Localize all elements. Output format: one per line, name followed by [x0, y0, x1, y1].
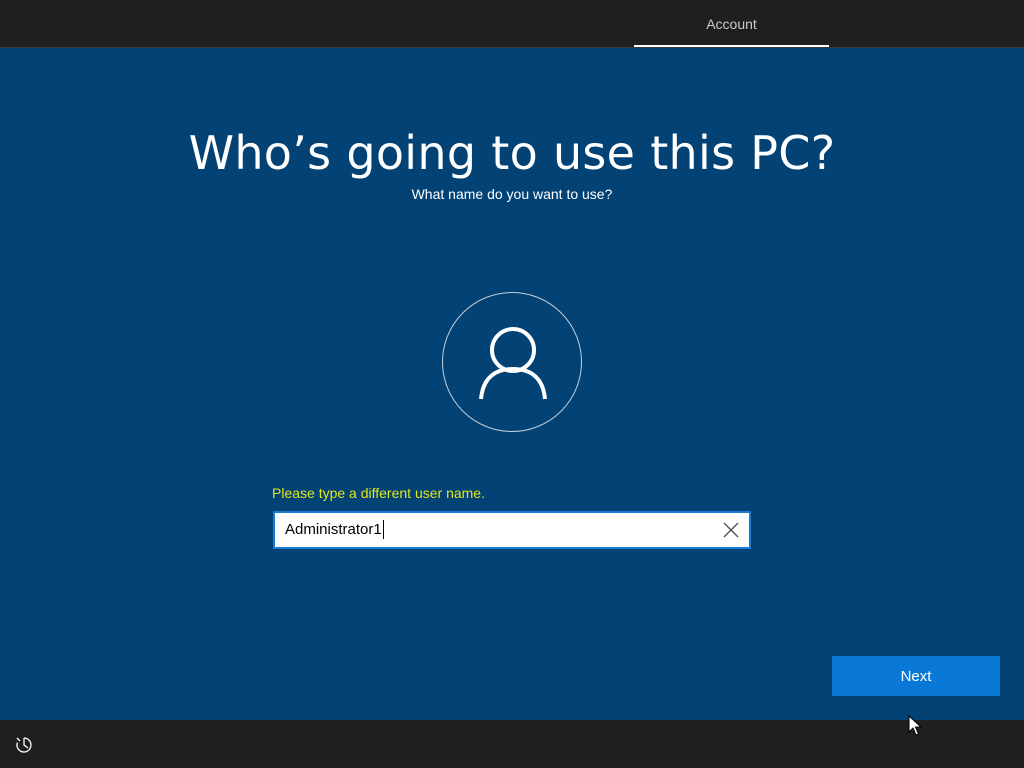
user-icon — [479, 327, 547, 400]
next-button-label: Next — [900, 667, 932, 685]
main-panel: Who’s going to use this PC? What name do… — [0, 48, 1024, 720]
top-bar: Account — [0, 0, 1024, 48]
username-input[interactable]: Administrator1 — [273, 511, 751, 549]
tab-account-label: Account — [706, 16, 757, 32]
page-subtitle: What name do you want to use? — [411, 186, 613, 202]
error-message: Please type a different user name. — [272, 485, 485, 501]
tab-account[interactable]: Account — [634, 0, 829, 48]
avatar — [442, 292, 582, 432]
clear-input-button[interactable] — [721, 520, 741, 540]
bottom-bar — [0, 720, 1024, 768]
next-button[interactable]: Next — [832, 656, 1000, 696]
tab-active-indicator — [634, 45, 829, 47]
text-caret — [382, 519, 384, 539]
username-value: Administrator1 — [285, 521, 382, 538]
ease-of-access-button[interactable] — [14, 735, 34, 755]
page-title: Who’s going to use this PC? — [188, 126, 836, 180]
username-input-text[interactable]: Administrator1 — [285, 513, 384, 547]
ease-of-access-icon — [16, 737, 32, 753]
close-icon — [723, 522, 739, 538]
mouse-pointer-icon — [908, 715, 922, 736]
